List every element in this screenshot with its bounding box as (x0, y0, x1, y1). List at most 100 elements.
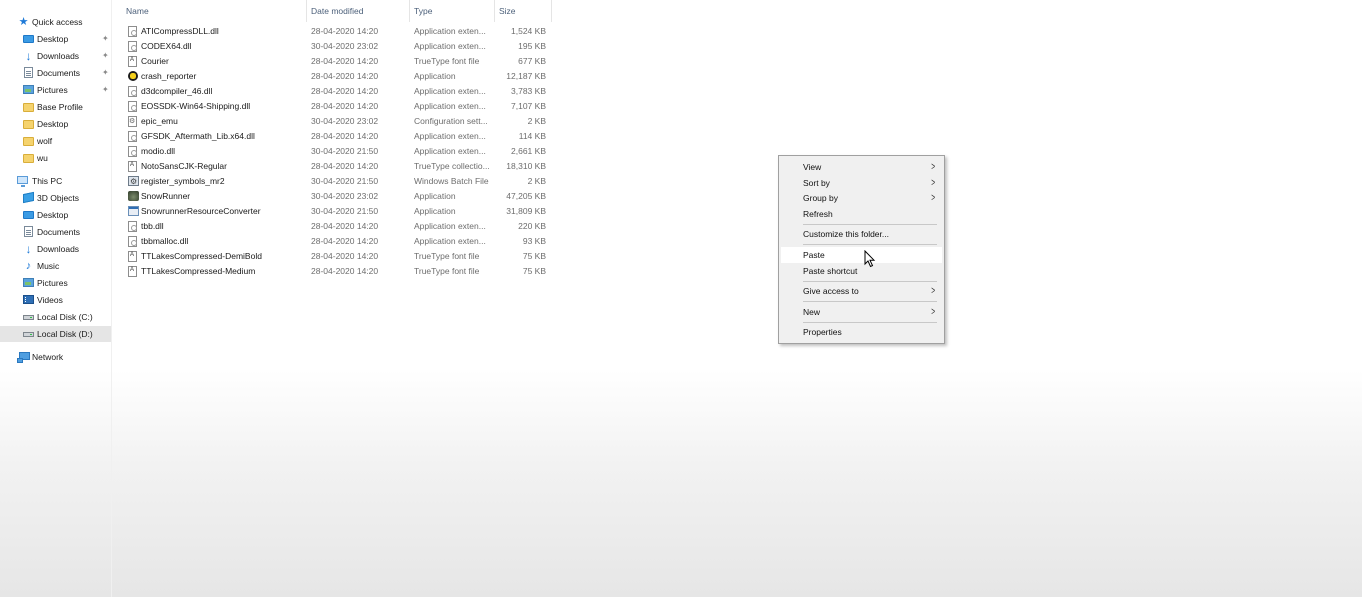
file-row[interactable]: modio.dll 30-04-2020 21:50 Application e… (122, 144, 552, 159)
file-size: 2 KB (527, 176, 546, 186)
file-row[interactable]: TTLakesCompressed-Medium 28-04-2020 14:2… (122, 263, 552, 279)
file-type: Application (414, 206, 456, 216)
file-date: 30-04-2020 23:02 (311, 41, 379, 51)
menu-separator (803, 244, 937, 245)
nav-wolf[interactable]: wolf (0, 133, 112, 149)
font-file-icon (128, 53, 137, 68)
file-row[interactable]: SnowRunner 30-04-2020 23:02 Application … (122, 189, 552, 204)
menu-item-sort-by[interactable]: Sort by > (781, 175, 942, 191)
file-date: 28-04-2020 14:20 (311, 251, 379, 261)
file-name: SnowrunnerResourceConverter (141, 206, 261, 216)
file-row[interactable]: ATICompressDLL.dll 28-04-2020 14:20 Appl… (122, 24, 552, 39)
file-date: 28-04-2020 14:20 (311, 26, 379, 36)
menu-item-paste-shortcut[interactable]: Paste shortcut (781, 263, 942, 279)
column-header-date[interactable]: Date modified (307, 0, 409, 22)
nav-downloads[interactable]: ↓ Downloads (0, 241, 112, 257)
nav-desktop-pinned[interactable]: Desktop ✦ (0, 31, 112, 47)
file-type: Application exten... (414, 26, 486, 36)
file-name: SnowRunner (141, 191, 191, 201)
file-size: 677 KB (518, 56, 546, 66)
nav-3d-objects[interactable]: 3D Objects (0, 190, 112, 206)
file-row[interactable]: d3dcompiler_46.dll 28-04-2020 14:20 Appl… (122, 84, 552, 99)
file-row[interactable]: tbbmalloc.dll 28-04-2020 14:20 Applicati… (122, 234, 552, 249)
menu-item-give-access-to[interactable]: Give access to > (781, 283, 942, 299)
file-row[interactable]: epic_emu 30-04-2020 23:02 Configuration … (122, 114, 552, 129)
file-type: Application exten... (414, 221, 486, 231)
column-header-bar: ^ Name Date modified Type Size (112, 0, 552, 22)
file-row[interactable]: register_symbols_mr2 30-04-2020 21:50 Wi… (122, 174, 552, 189)
file-name: GFSDK_Aftermath_Lib.x64.dll (141, 131, 255, 141)
nav-label: Pictures (37, 278, 68, 288)
nav-documents-pinned[interactable]: Documents ✦ (0, 65, 112, 81)
file-type: Application exten... (414, 41, 486, 51)
file-row[interactable]: EOSSDK-Win64-Shipping.dll 28-04-2020 14:… (122, 99, 552, 114)
desktop-icon (23, 211, 34, 219)
font-file-icon (128, 263, 137, 278)
menu-item-group-by[interactable]: Group by > (781, 190, 942, 206)
menu-item-customize-folder[interactable]: Customize this folder... (781, 226, 942, 242)
menu-item-new[interactable]: New > (781, 304, 942, 320)
file-name: tbbmalloc.dll (141, 236, 189, 246)
nav-pictures[interactable]: Pictures (0, 275, 112, 291)
menu-item-refresh[interactable]: Refresh (781, 206, 942, 222)
nav-wu[interactable]: wu (0, 150, 112, 166)
menu-item-label: Paste shortcut (803, 266, 858, 276)
menu-item-paste[interactable]: Paste (781, 247, 942, 263)
font-file-icon (128, 248, 137, 263)
file-date: 28-04-2020 14:20 (311, 56, 379, 66)
file-row[interactable]: crash_reporter 28-04-2020 14:20 Applicat… (122, 69, 552, 84)
menu-item-label: Group by (803, 193, 838, 203)
file-row[interactable]: GFSDK_Aftermath_Lib.x64.dll 28-04-2020 1… (122, 129, 552, 144)
nav-label: Documents (37, 68, 80, 78)
file-size: 75 KB (522, 266, 546, 276)
nav-documents[interactable]: Documents (0, 224, 112, 240)
3d-objects-icon (23, 191, 34, 204)
dll-file-icon (128, 131, 137, 142)
nav-music[interactable]: ♪ Music (0, 258, 112, 274)
file-type: Application exten... (414, 146, 486, 156)
nav-desktop-folder[interactable]: Desktop (0, 116, 112, 132)
nav-local-disk-c[interactable]: Local Disk (C:) (0, 309, 112, 325)
file-name: epic_emu (141, 116, 178, 126)
pictures-icon (23, 278, 34, 287)
file-row[interactable]: NotoSansCJK-Regular 28-04-2020 14:20 Tru… (122, 158, 552, 174)
documents-icon (24, 226, 33, 237)
nav-base-profile[interactable]: Base Profile (0, 99, 112, 115)
file-type: Application (414, 71, 456, 81)
nav-network[interactable]: Network (0, 349, 112, 365)
file-row[interactable]: tbb.dll 28-04-2020 14:20 Application ext… (122, 219, 552, 234)
column-header-type[interactable]: Type (410, 0, 494, 22)
nav-quick-access[interactable]: ★ Quick access (0, 14, 112, 30)
batch-file-icon (128, 174, 139, 189)
file-type: Application exten... (414, 236, 486, 246)
nav-videos[interactable]: Videos (0, 292, 112, 308)
file-size: 12,187 KB (506, 71, 546, 81)
column-header-name[interactable]: Name (122, 0, 306, 22)
menu-item-view[interactable]: View > (781, 159, 942, 175)
file-row[interactable]: TTLakesCompressed-DemiBold 28-04-2020 14… (122, 248, 552, 264)
file-name: d3dcompiler_46.dll (141, 86, 213, 96)
documents-icon (24, 67, 33, 78)
file-name: NotoSansCJK-Regular (141, 161, 227, 171)
dll-file-icon (128, 221, 137, 232)
column-divider[interactable] (551, 0, 552, 22)
file-size: 2,661 KB (511, 146, 546, 156)
file-type: Application exten... (414, 131, 486, 141)
file-row[interactable]: CODEX64.dll 30-04-2020 23:02 Application… (122, 39, 552, 54)
nav-local-disk-d[interactable]: Local Disk (D:) (0, 326, 112, 342)
nav-downloads-pinned[interactable]: ↓ Downloads ✦ (0, 48, 112, 64)
file-size: 31,809 KB (506, 206, 546, 216)
file-type: TrueType font file (414, 266, 480, 276)
nav-pictures-pinned[interactable]: Pictures ✦ (0, 82, 112, 98)
crash-reporter-icon (128, 71, 138, 81)
nav-desktop[interactable]: Desktop (0, 207, 112, 223)
folder-icon (23, 103, 34, 112)
file-row[interactable]: SnowrunnerResourceConverter 30-04-2020 2… (122, 204, 552, 219)
menu-item-properties[interactable]: Properties (781, 324, 942, 340)
music-icon: ♪ (25, 260, 32, 272)
column-header-size[interactable]: Size (495, 0, 551, 22)
file-size: 114 KB (518, 131, 546, 141)
file-type: Application exten... (414, 86, 486, 96)
nav-this-pc[interactable]: This PC (0, 173, 112, 189)
file-row[interactable]: Courier 28-04-2020 14:20 TrueType font f… (122, 53, 552, 69)
